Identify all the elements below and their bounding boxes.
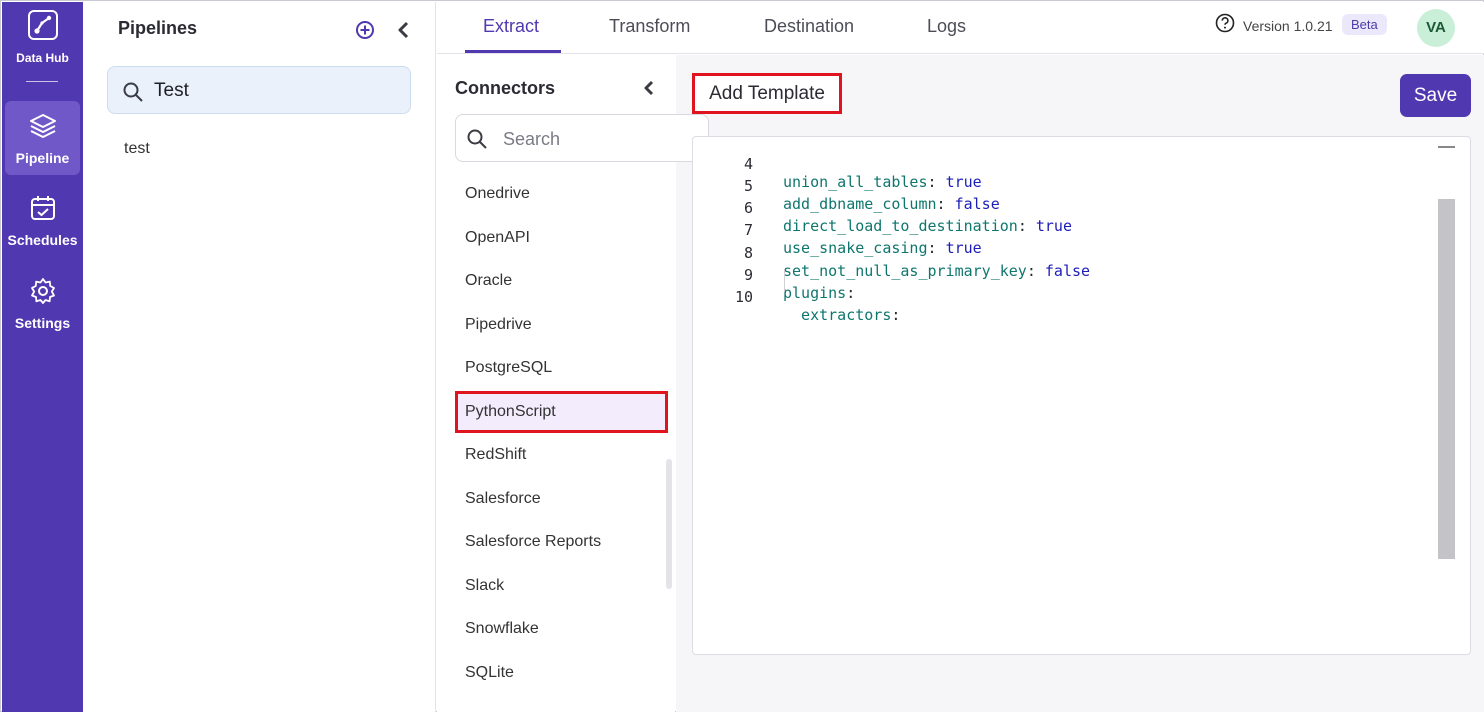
connector-item-slack[interactable]: Slack <box>465 577 504 595</box>
app-rail: Data Hub Pipeline Schedules Settings <box>2 2 83 712</box>
code-key: use_snake_casing <box>783 239 928 257</box>
top-tabs-bar: Extract Transform Destination Logs Versi… <box>437 2 1484 54</box>
connectors-panel: Connectors Search Onedrive OpenAPI Oracl… <box>437 55 709 712</box>
tab-transform[interactable]: Transform <box>609 16 690 37</box>
code-value: true <box>945 239 982 257</box>
rail-divider <box>26 81 58 82</box>
search-icon <box>467 129 487 149</box>
logo-label: Data Hub <box>16 51 69 65</box>
code-key: plugins <box>783 284 847 302</box>
user-avatar[interactable]: VA <box>1417 9 1455 47</box>
tab-extract[interactable]: Extract <box>483 16 539 37</box>
connector-search-input[interactable]: Search <box>455 114 709 162</box>
connector-item-salesforce-reports[interactable]: Salesforce Reports <box>465 533 601 551</box>
minimap-marker <box>1438 146 1455 148</box>
layers-icon <box>29 114 56 138</box>
add-template-button[interactable]: Add Template <box>692 73 842 114</box>
rail-item-label: Pipeline <box>15 150 70 166</box>
pipelines-panel: Pipelines Test test <box>83 2 436 712</box>
editor-scrollbar[interactable] <box>1438 199 1455 559</box>
calendar-check-icon <box>30 196 55 220</box>
code-value: false <box>954 195 1000 213</box>
data-hub-logo-icon <box>27 10 58 40</box>
beta-badge: Beta <box>1342 14 1387 35</box>
rail-item-pipeline[interactable]: Pipeline <box>5 101 80 175</box>
code-key: set_not_null_as_primary_key <box>783 262 1027 280</box>
code-line: 7 use_snake_casing: true <box>693 203 982 257</box>
connector-item-snowflake[interactable]: Snowflake <box>465 620 539 638</box>
code-line: 6 direct_load_to_destination: true <box>693 181 1072 235</box>
line-number: 10 <box>734 288 753 306</box>
code-value: false <box>1044 262 1091 280</box>
code-key: extractors <box>783 306 892 324</box>
help-icon[interactable] <box>1215 13 1235 38</box>
yaml-code-editor[interactable]: 4 union_all_tables: true 5 add_dbname_co… <box>692 136 1471 655</box>
tab-destination[interactable]: Destination <box>764 16 854 37</box>
save-button[interactable]: Save <box>1400 74 1471 117</box>
connector-item-onedrive[interactable]: Onedrive <box>465 185 530 203</box>
rail-item-schedules[interactable]: Schedules <box>5 183 80 257</box>
gear-icon <box>30 278 55 304</box>
code-key: direct_load_to_destination <box>783 217 1018 235</box>
connectors-title: Connectors <box>455 78 556 98</box>
version-label: Version 1.0.21 <box>1243 18 1333 34</box>
app-logo[interactable]: Data Hub <box>2 10 83 65</box>
connector-item-oracle[interactable]: Oracle <box>465 272 512 290</box>
code-value: true <box>1035 217 1072 235</box>
code-line: 9 plugins: <box>693 248 855 302</box>
pipelines-title: Pipelines <box>118 18 198 38</box>
add-pipeline-icon[interactable] <box>355 20 375 45</box>
code-value: true <box>945 173 982 191</box>
collapse-pipelines-icon[interactable] <box>397 21 411 44</box>
connector-item-pythonscript[interactable]: PythonScript <box>465 403 556 421</box>
connector-item-openapi[interactable]: OpenAPI <box>465 229 530 247</box>
connector-search-placeholder: Search <box>503 129 561 149</box>
code-key: add_dbname_column <box>783 195 937 213</box>
active-tab-indicator <box>465 50 561 53</box>
connector-item-postgresql[interactable]: PostgreSQL <box>465 359 552 377</box>
connectors-scrollbar[interactable] <box>666 459 672 589</box>
code-line: 8 set_not_null_as_primary_key: false <box>693 226 1090 280</box>
code-line: 10 extractors: <box>693 270 900 324</box>
tab-logs[interactable]: Logs <box>927 16 966 37</box>
collapse-connectors-icon[interactable] <box>643 80 655 101</box>
pipeline-search-value: Test <box>154 80 189 101</box>
rail-item-label: Schedules <box>7 232 78 248</box>
pipeline-search-input[interactable]: Test <box>107 66 411 114</box>
code-key: union_all_tables <box>783 173 928 191</box>
connector-item-sqlite[interactable]: SQLite <box>465 664 514 682</box>
connector-item-pipedrive[interactable]: Pipedrive <box>465 316 532 334</box>
code-line: 4 union_all_tables: true <box>693 137 982 191</box>
connector-item-salesforce[interactable]: Salesforce <box>465 490 541 508</box>
pipeline-list-item[interactable]: test <box>124 140 150 158</box>
rail-item-label: Settings <box>14 315 71 331</box>
indent-guide <box>784 270 785 292</box>
search-icon <box>123 82 143 102</box>
connector-item-redshift[interactable]: RedShift <box>465 446 526 464</box>
code-line: 5 add_dbname_column: false <box>693 159 1000 213</box>
app-frame: Data Hub Pipeline Schedules Settings Pip… <box>0 0 1484 712</box>
rail-item-settings[interactable]: Settings <box>5 266 80 340</box>
